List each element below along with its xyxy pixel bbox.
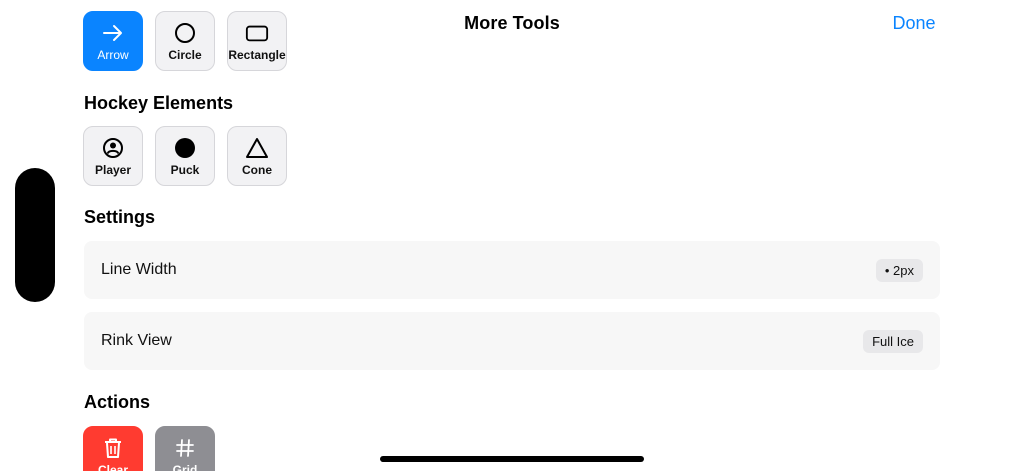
element-label: Cone <box>242 162 272 177</box>
tool-arrow-button[interactable]: Arrow <box>83 11 143 71</box>
page-title: More Tools <box>464 13 560 33</box>
element-label: Puck <box>170 162 200 177</box>
cone-icon <box>245 136 269 160</box>
circle-icon <box>173 21 197 45</box>
side-drag-handle[interactable] <box>15 168 55 302</box>
done-button[interactable]: Done <box>878 13 950 34</box>
arrow-right-icon <box>101 21 125 45</box>
line-width-picker[interactable]: • 2px <box>875 258 923 282</box>
tool-rectangle-button[interactable]: Rectangle <box>227 11 287 71</box>
puck-icon <box>173 136 197 160</box>
setting-label: Line Width <box>101 261 177 278</box>
setting-row-rink-view[interactable]: Rink View Full Ice <box>84 312 940 370</box>
rink-view-picker[interactable]: Full Ice <box>863 329 923 353</box>
element-player-button[interactable]: Player <box>83 126 143 186</box>
tool-label: Rectangle <box>228 47 286 62</box>
grid-icon <box>173 436 197 460</box>
drawing-tools-row: Arrow Circle Rectangle <box>83 11 287 71</box>
setting-label: Rink View <box>101 332 172 349</box>
clear-button[interactable]: Clear <box>83 426 143 471</box>
trash-icon <box>101 436 125 460</box>
player-icon <box>101 136 125 160</box>
section-title-actions: Actions <box>84 392 151 412</box>
actions-row: Clear Grid <box>83 426 215 471</box>
more-tools-screen: More Tools Done Arrow Circle Rectangle H… <box>0 0 1024 471</box>
home-indicator[interactable] <box>380 456 644 462</box>
element-cone-button[interactable]: Cone <box>227 126 287 186</box>
hockey-elements-row: Player Puck Cone <box>83 126 287 186</box>
action-label: Grid <box>172 462 198 471</box>
element-puck-button[interactable]: Puck <box>155 126 215 186</box>
section-title-settings: Settings <box>84 207 156 227</box>
rectangle-icon <box>245 21 269 45</box>
tool-label: Circle <box>168 47 202 62</box>
action-label: Clear <box>97 462 129 471</box>
section-title-hockey-elements: Hockey Elements <box>84 93 234 113</box>
tool-circle-button[interactable]: Circle <box>155 11 215 71</box>
grid-button[interactable]: Grid <box>155 426 215 471</box>
setting-row-line-width[interactable]: Line Width • 2px <box>84 241 940 299</box>
element-label: Player <box>94 162 132 177</box>
tool-label: Arrow <box>97 47 129 62</box>
